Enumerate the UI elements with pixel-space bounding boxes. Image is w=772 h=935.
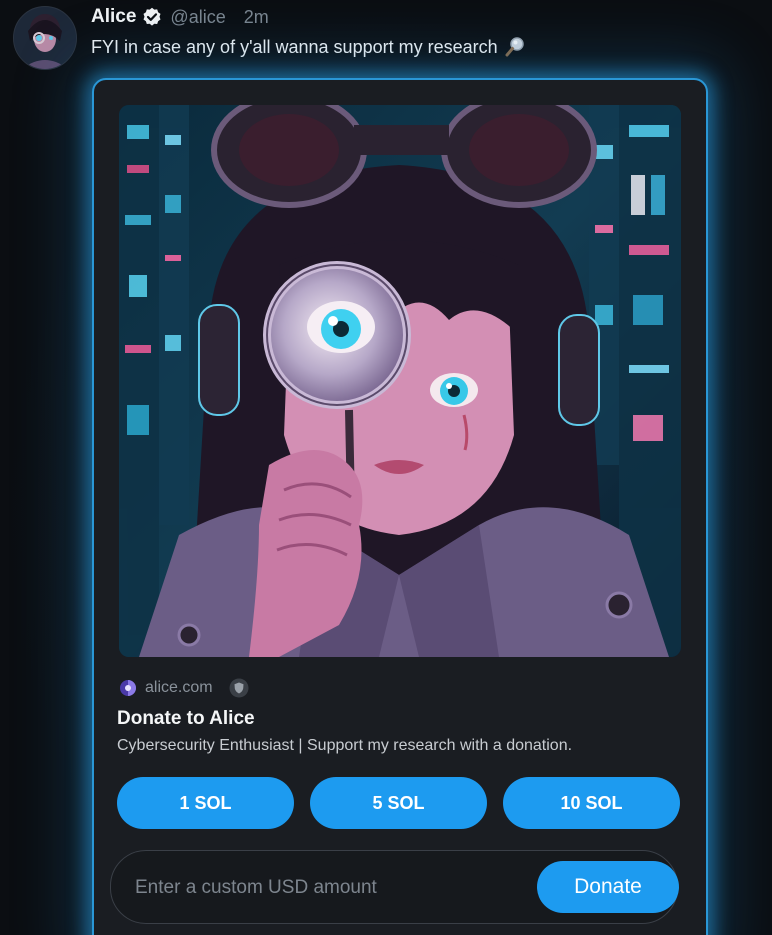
post-container: Alice @alice 2m FYI in case any of y'all… (0, 0, 772, 935)
post-header: Alice @alice 2m (91, 5, 269, 29)
post-text-content: FYI in case any of y'all wanna support m… (91, 36, 498, 57)
shield-icon[interactable] (229, 678, 249, 698)
custom-amount-input[interactable] (133, 871, 517, 905)
site-domain[interactable]: alice.com (145, 679, 213, 697)
donate-1-sol-button[interactable]: 1 SOL (117, 777, 294, 829)
post-time[interactable]: 2m (244, 7, 269, 28)
donate-10-sol-button[interactable]: 10 SOL (503, 777, 680, 829)
author-name[interactable]: Alice (91, 6, 136, 28)
donate-5-sol-button[interactable]: 5 SOL (310, 777, 487, 829)
custom-amount-row: Donate (110, 850, 679, 924)
card-image[interactable] (119, 105, 681, 657)
card-description: Cybersecurity Enthusiast | Support my re… (117, 737, 573, 754)
avatar[interactable] (13, 6, 77, 70)
site-logo-icon (119, 679, 137, 697)
site-row: alice.com (119, 678, 249, 698)
donate-button[interactable]: Donate (537, 861, 679, 913)
post-text: FYI in case any of y'all wanna support m… (91, 36, 526, 58)
verified-badge-icon (142, 7, 162, 27)
author-handle[interactable]: @alice (170, 7, 225, 28)
card-title: Donate to Alice (117, 708, 255, 729)
donation-card: alice.com Donate to Alice Cybersecurity … (92, 78, 708, 935)
magnifying-glass-icon (504, 36, 526, 58)
